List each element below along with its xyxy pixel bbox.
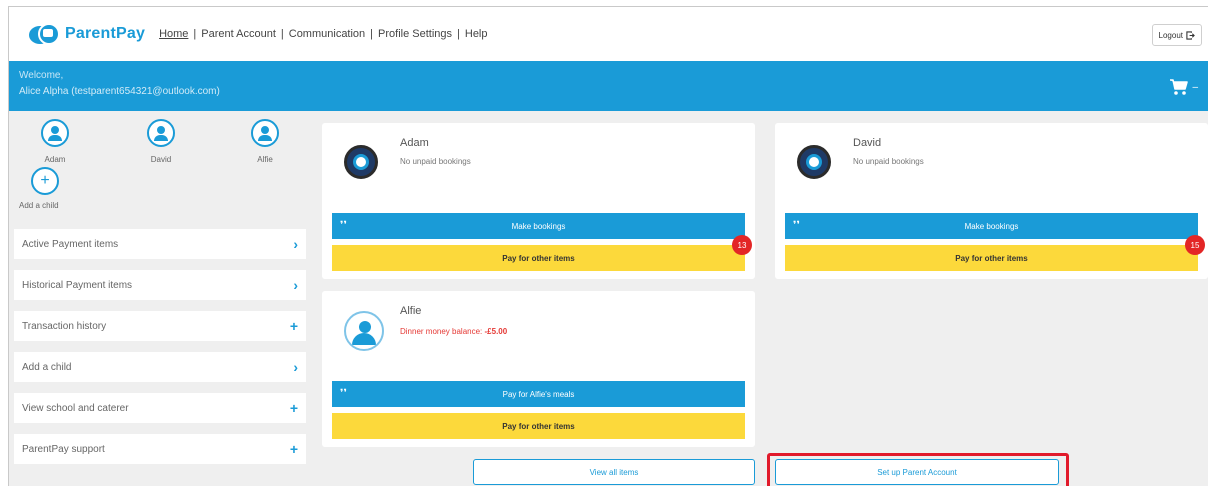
parentpay-logo-icon: [29, 23, 60, 45]
sidebar-menu: Active Payment items › Historical Paymen…: [14, 229, 306, 475]
sidebar-item-historical-payment-items[interactable]: Historical Payment items ›: [14, 270, 306, 300]
sidebar-item-active-payment-items[interactable]: Active Payment items ›: [14, 229, 306, 259]
cart-icon: [1170, 79, 1189, 95]
welcome-greeting: Welcome,: [19, 70, 64, 81]
sidebar-item-parentpay-support[interactable]: ParentPay support +: [14, 434, 306, 464]
chevron-right-icon: ›: [293, 359, 298, 375]
plus-circle-icon: +: [31, 167, 59, 195]
sidebar-item-label: Active Payment items: [22, 238, 119, 250]
logout-button[interactable]: Logout: [1151, 24, 1202, 46]
sidebar-item-label: View school and caterer: [22, 402, 129, 414]
button-label: Set up Parent Account: [877, 467, 957, 477]
make-bookings-button[interactable]: ❜❜ Make bookings: [332, 213, 745, 239]
nav-parent-account[interactable]: Parent Account: [197, 28, 280, 40]
app-frame: ParentPay Home | Parent Account | Commun…: [8, 6, 1208, 486]
button-label: Pay for Alfie's meals: [502, 389, 575, 399]
child-avatar-icon: [41, 119, 69, 147]
chevron-right-icon: ›: [293, 277, 298, 293]
welcome-user: Alice Alpha (testparent654321@outlook.co…: [19, 86, 220, 97]
nav-profile-settings[interactable]: Profile Settings: [374, 28, 456, 40]
children-selector: Adam David Alfie + Add a child: [9, 111, 309, 215]
child-avatar-icon: [147, 119, 175, 147]
chevron-right-icon: ›: [293, 236, 298, 252]
cart-caret: –: [1192, 81, 1198, 93]
sidebar-item-label: Historical Payment items: [22, 279, 133, 291]
sidebar-item-label: Transaction history: [22, 320, 107, 332]
sidebar-item-label: ParentPay support: [22, 443, 105, 455]
logout-icon: [1186, 30, 1195, 40]
welcome-bar: Welcome, Alice Alpha (testparent654321@o…: [9, 61, 1208, 111]
pay-other-items-button[interactable]: Pay for other items: [332, 245, 745, 271]
brand-name: ParentPay: [65, 25, 146, 42]
card-child-name: David: [853, 137, 882, 149]
child-card-adam: Adam No unpaid bookings ❜❜ Make bookings…: [322, 123, 755, 279]
child-adam[interactable]: Adam: [25, 119, 85, 164]
button-label: Pay for other items: [502, 421, 575, 431]
view-all-items-button[interactable]: View all items: [473, 459, 755, 485]
school-crest-icon: [797, 145, 831, 179]
set-up-parent-account-button[interactable]: Set up Parent Account: [775, 459, 1059, 485]
main-nav: Home | Parent Account | Communication | …: [155, 28, 491, 40]
cutlery-icon: ❜❜: [340, 388, 347, 399]
balance-label: Dinner money balance:: [400, 327, 483, 336]
child-name: David: [150, 155, 172, 164]
cutlery-icon: ❜❜: [340, 220, 347, 231]
plus-icon: +: [289, 441, 298, 457]
notification-count-badge: 15: [1185, 235, 1205, 255]
button-label: Make bookings: [964, 221, 1019, 231]
balance-value: -£5.00: [484, 327, 508, 336]
child-name: Adam: [44, 155, 66, 164]
button-label: View all items: [589, 467, 639, 477]
add-child-label: Add a child: [19, 201, 59, 210]
card-status: No unpaid bookings: [853, 157, 924, 166]
child-david[interactable]: David: [131, 119, 191, 164]
top-nav: ParentPay Home | Parent Account | Commun…: [9, 7, 1208, 61]
pay-other-items-button[interactable]: Pay for other items: [785, 245, 1198, 271]
plus-icon: +: [289, 318, 298, 334]
dinner-money-balance: Dinner money balance: -£5.00: [400, 327, 507, 336]
button-label: Pay for other items: [502, 253, 575, 263]
main-content: Adam David Alfie + Add a child Active Pa…: [9, 111, 1208, 486]
sidebar-item-view-school-and-caterer[interactable]: View school and caterer +: [14, 393, 306, 423]
notification-count-badge: 13: [732, 235, 752, 255]
child-name: Alfie: [257, 155, 273, 164]
nav-home[interactable]: Home: [155, 28, 192, 40]
school-crest-icon: [344, 145, 378, 179]
button-label: Pay for other items: [955, 253, 1028, 263]
card-status: No unpaid bookings: [400, 157, 471, 166]
cutlery-icon: ❜❜: [793, 220, 800, 231]
person-avatar-icon: [344, 311, 384, 351]
child-alfie[interactable]: Alfie: [235, 119, 295, 164]
make-bookings-button[interactable]: ❜❜ Make bookings: [785, 213, 1198, 239]
pay-meals-button[interactable]: ❜❜ Pay for Alfie's meals: [332, 381, 745, 407]
add-child-button[interactable]: + Add a child: [19, 167, 79, 210]
sidebar-item-label: Add a child: [22, 361, 72, 373]
nav-communication[interactable]: Communication: [285, 28, 369, 40]
child-card-david: David No unpaid bookings ❜❜ Make booking…: [775, 123, 1208, 279]
sidebar-item-add-a-child[interactable]: Add a child ›: [14, 352, 306, 382]
card-child-name: Alfie: [400, 305, 422, 317]
cart-button[interactable]: –: [1169, 78, 1198, 96]
logout-label: Logout: [1158, 30, 1183, 40]
button-label: Make bookings: [511, 221, 566, 231]
pay-other-items-button[interactable]: Pay for other items: [332, 413, 745, 439]
plus-icon: +: [289, 400, 298, 416]
child-card-alfie: Alfie Dinner money balance: -£5.00 ❜❜ Pa…: [322, 291, 755, 447]
parentpay-logo[interactable]: ParentPay: [29, 23, 145, 45]
card-child-name: Adam: [400, 137, 429, 149]
child-avatar-icon: [251, 119, 279, 147]
nav-help[interactable]: Help: [461, 28, 492, 40]
sidebar-item-transaction-history[interactable]: Transaction history +: [14, 311, 306, 341]
